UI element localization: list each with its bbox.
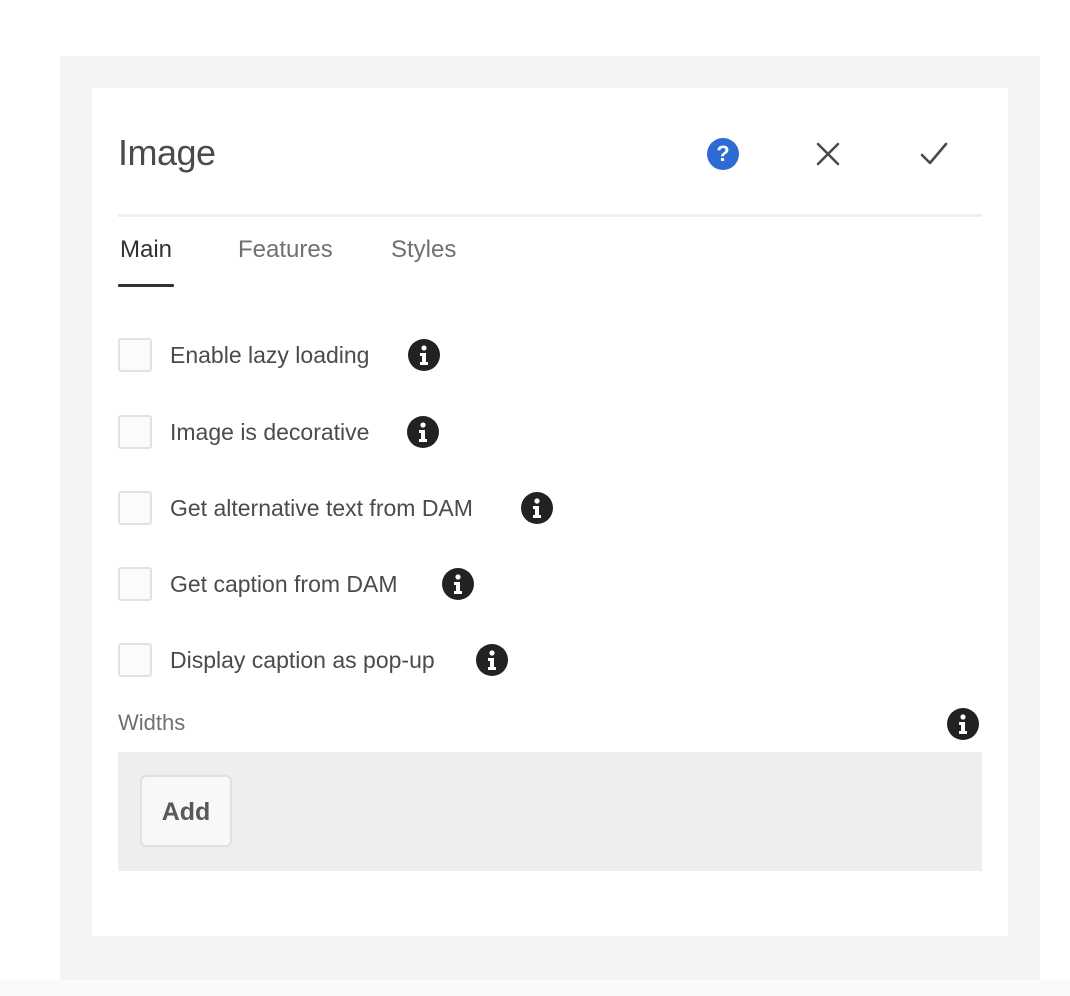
tab-main[interactable]: Main xyxy=(120,236,172,264)
bottom-strip xyxy=(0,980,1070,996)
image-dialog: Image ? Main Features Styles Enable lazy… xyxy=(92,88,1008,936)
help-icon[interactable]: ? xyxy=(707,138,739,170)
caption-dam-label: Get caption from DAM xyxy=(170,571,398,597)
svg-text:?: ? xyxy=(716,141,729,166)
info-icon[interactable] xyxy=(407,416,439,448)
checkmark-icon[interactable] xyxy=(918,138,950,170)
close-icon[interactable] xyxy=(812,138,844,170)
tab-features[interactable]: Features xyxy=(238,236,333,264)
add-width-button[interactable]: Add xyxy=(140,775,232,847)
active-tab-indicator xyxy=(118,284,174,287)
info-icon[interactable] xyxy=(521,492,553,524)
info-icon[interactable] xyxy=(476,644,508,676)
lazy-loading-checkbox[interactable] xyxy=(118,338,152,372)
alt-text-dam-label: Get alternative text from DAM xyxy=(170,495,473,521)
info-icon[interactable] xyxy=(947,708,979,740)
info-icon[interactable] xyxy=(442,568,474,600)
alt-text-dam-checkbox[interactable] xyxy=(118,491,152,525)
caption-popup-label: Display caption as pop-up xyxy=(170,647,435,673)
caption-dam-checkbox[interactable] xyxy=(118,567,152,601)
tab-styles[interactable]: Styles xyxy=(391,236,456,264)
widths-label: Widths xyxy=(118,710,186,735)
dialog-title: Image xyxy=(118,132,216,173)
decorative-label: Image is decorative xyxy=(170,419,370,445)
info-icon[interactable] xyxy=(408,339,440,371)
header-divider xyxy=(118,214,982,217)
widths-multifield: Add xyxy=(118,752,982,871)
lazy-loading-label: Enable lazy loading xyxy=(170,342,370,368)
caption-popup-checkbox[interactable] xyxy=(118,643,152,677)
decorative-checkbox[interactable] xyxy=(118,415,152,449)
